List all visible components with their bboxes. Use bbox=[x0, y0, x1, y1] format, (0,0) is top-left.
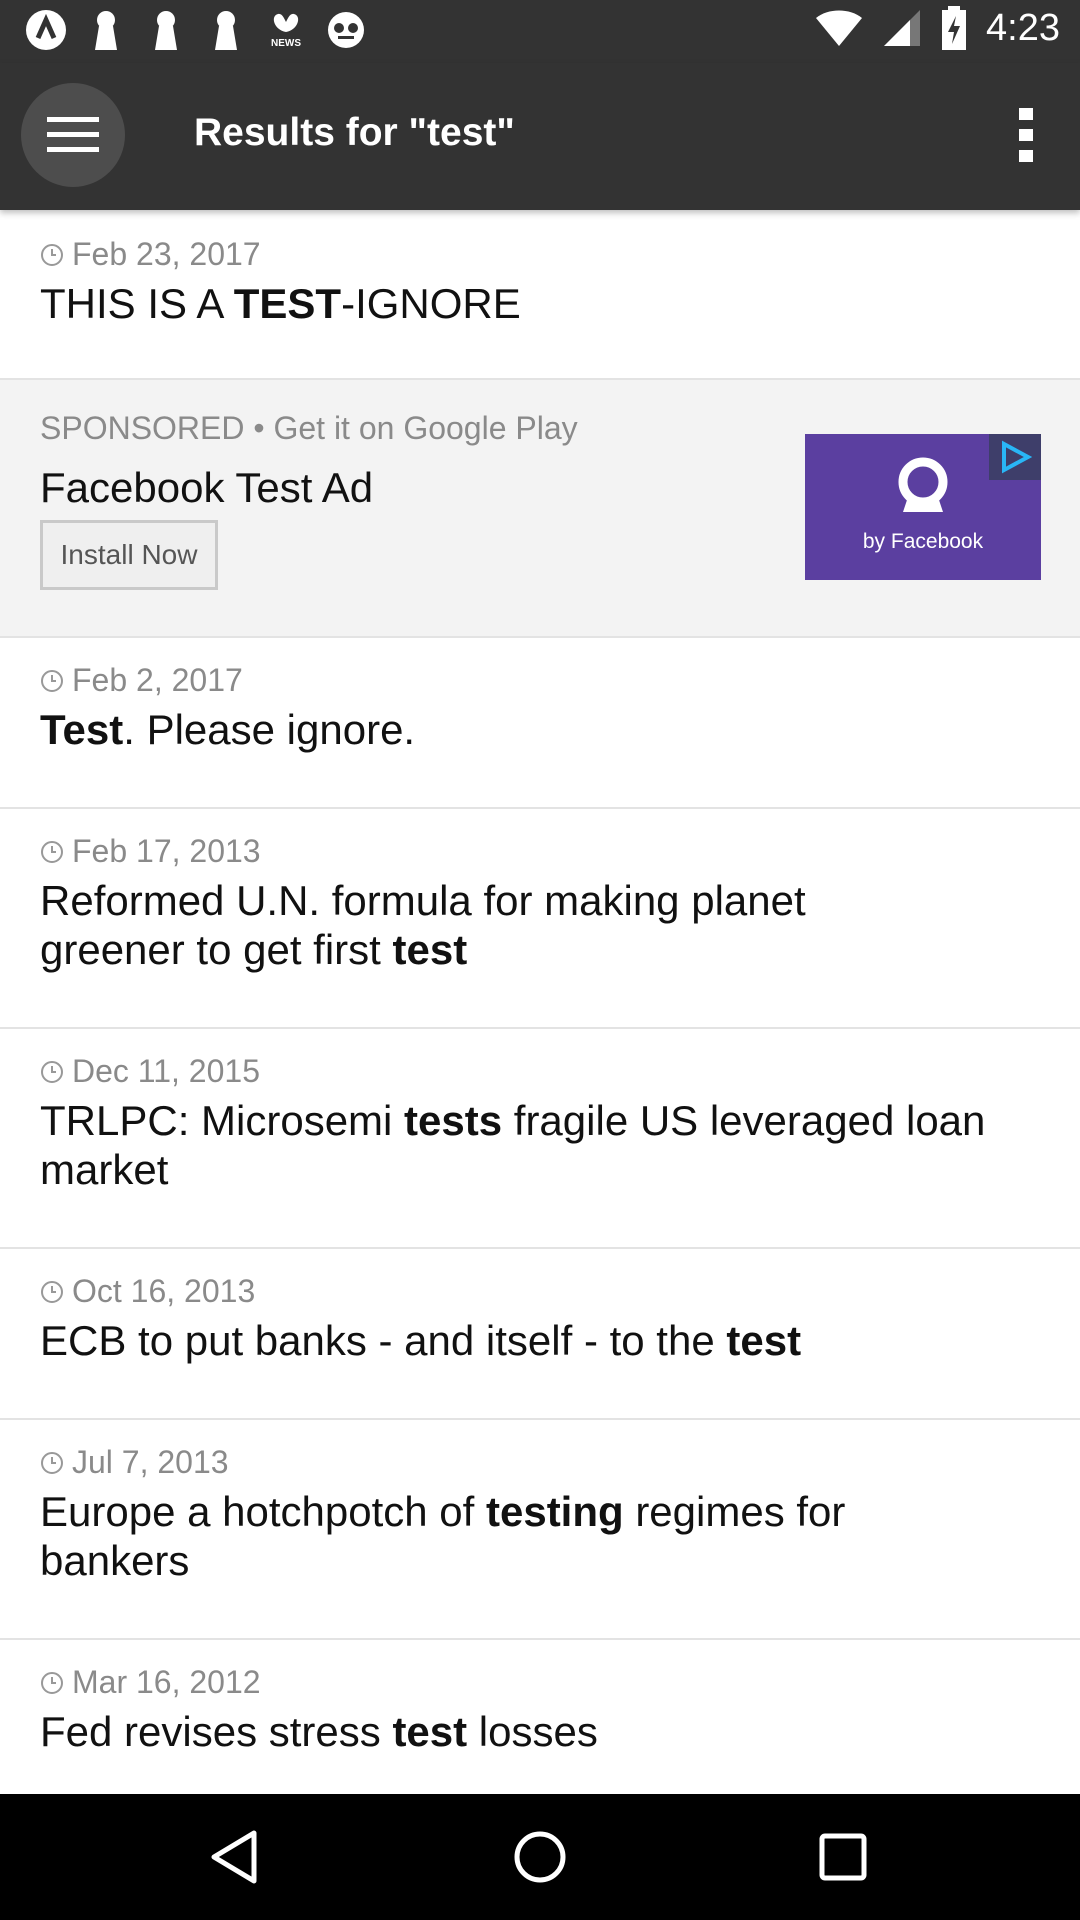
hamburger-menu-button[interactable] bbox=[21, 83, 125, 187]
overflow-menu-icon bbox=[1019, 108, 1033, 162]
result-date: Jul 7, 2013 bbox=[40, 1444, 1040, 1481]
app-notification-icon bbox=[24, 8, 68, 52]
app-logo-icon bbox=[898, 457, 948, 512]
svg-text:NEWS: NEWS bbox=[271, 38, 301, 49]
result-item[interactable]: Mar 16, 2012 Fed revises stress test los… bbox=[0, 1640, 1080, 1794]
overflow-menu-button[interactable] bbox=[1002, 103, 1050, 167]
result-item[interactable]: Feb 17, 2013 Reformed U.N. formula for m… bbox=[0, 809, 1080, 1029]
result-item[interactable]: Oct 16, 2013 ECB to put banks - and itse… bbox=[0, 1249, 1080, 1420]
keyhole-icon bbox=[84, 8, 128, 52]
result-headline[interactable]: Reformed U.N. formula for making planet … bbox=[40, 876, 960, 974]
keyhole-icon bbox=[204, 8, 248, 52]
install-now-button[interactable]: Install Now bbox=[40, 520, 218, 590]
result-date: Oct 16, 2013 bbox=[40, 1273, 1040, 1310]
result-headline[interactable]: THIS IS A TEST-IGNORE bbox=[40, 279, 1040, 328]
result-item[interactable]: Feb 2, 2017 Test. Please ignore. bbox=[0, 638, 1080, 809]
back-icon bbox=[211, 1830, 257, 1884]
result-date: Feb 23, 2017 bbox=[40, 236, 1040, 273]
result-headline[interactable]: Europe a hotchpotch of testing regimes f… bbox=[40, 1487, 960, 1585]
battery-charging-icon bbox=[942, 6, 967, 50]
sponsored-ad[interactable]: SPONSORED • Get it on Google Play Facebo… bbox=[0, 380, 1080, 638]
result-date: Feb 17, 2013 bbox=[40, 833, 1040, 870]
result-headline[interactable]: Fed revises stress test losses bbox=[40, 1707, 1040, 1756]
clock-icon bbox=[41, 1280, 63, 1303]
home-button[interactable] bbox=[505, 1822, 575, 1892]
app-bar: Results for "test" bbox=[0, 63, 1080, 210]
recents-icon bbox=[819, 1833, 867, 1881]
navigation-bar bbox=[0, 1794, 1080, 1920]
clock-icon bbox=[41, 1451, 63, 1474]
result-date: Dec 11, 2015 bbox=[40, 1053, 1040, 1090]
result-item[interactable]: Feb 23, 2017 THIS IS A TEST-IGNORE bbox=[0, 210, 1080, 380]
results-list[interactable]: Feb 23, 2017 THIS IS A TEST-IGNORE SPONS… bbox=[0, 210, 1080, 1794]
system-icons: 4:23 bbox=[814, 6, 1060, 50]
adchoices-icon[interactable] bbox=[989, 434, 1041, 480]
cellular-signal-icon bbox=[884, 10, 921, 46]
clock-icon bbox=[41, 1671, 63, 1694]
result-item[interactable]: Dec 11, 2015 TRLPC: Microsemi tests frag… bbox=[0, 1029, 1080, 1249]
voicemail-icon bbox=[324, 8, 368, 52]
result-headline[interactable]: Test. Please ignore. bbox=[40, 705, 1040, 754]
clock-icon bbox=[41, 840, 63, 863]
clock: 4:23 bbox=[986, 6, 1060, 49]
keyhole-icon bbox=[144, 8, 188, 52]
result-headline[interactable]: ECB to put banks - and itself - to the t… bbox=[40, 1316, 1040, 1365]
notification-icons: NEWS bbox=[24, 8, 368, 52]
result-headline[interactable]: TRLPC: Microsemi tests fragile US levera… bbox=[40, 1096, 1000, 1194]
ad-sponsored-label: SPONSORED • Get it on Google Play bbox=[40, 410, 578, 446]
status-bar: NEWS 4:23 bbox=[0, 0, 1080, 63]
page-title: Results for "test" bbox=[194, 111, 515, 154]
clock-icon bbox=[41, 1060, 63, 1083]
result-date: Feb 2, 2017 bbox=[40, 662, 1040, 699]
wifi-icon bbox=[816, 10, 863, 46]
clock-icon bbox=[41, 669, 63, 692]
ad-image[interactable]: by Facebook bbox=[805, 434, 1041, 580]
result-date: Mar 16, 2012 bbox=[40, 1664, 1040, 1701]
hamburger-menu-icon bbox=[47, 117, 99, 152]
home-icon bbox=[514, 1831, 566, 1883]
clock-icon bbox=[41, 243, 63, 266]
recents-button[interactable] bbox=[808, 1822, 878, 1892]
ad-title[interactable]: Facebook Test Ad bbox=[40, 464, 373, 512]
nbc-news-icon: NEWS bbox=[264, 8, 308, 52]
back-button[interactable] bbox=[200, 1822, 270, 1892]
ad-image-caption: by Facebook bbox=[862, 530, 984, 553]
result-item[interactable]: Jul 7, 2013 Europe a hotchpotch of testi… bbox=[0, 1420, 1080, 1640]
